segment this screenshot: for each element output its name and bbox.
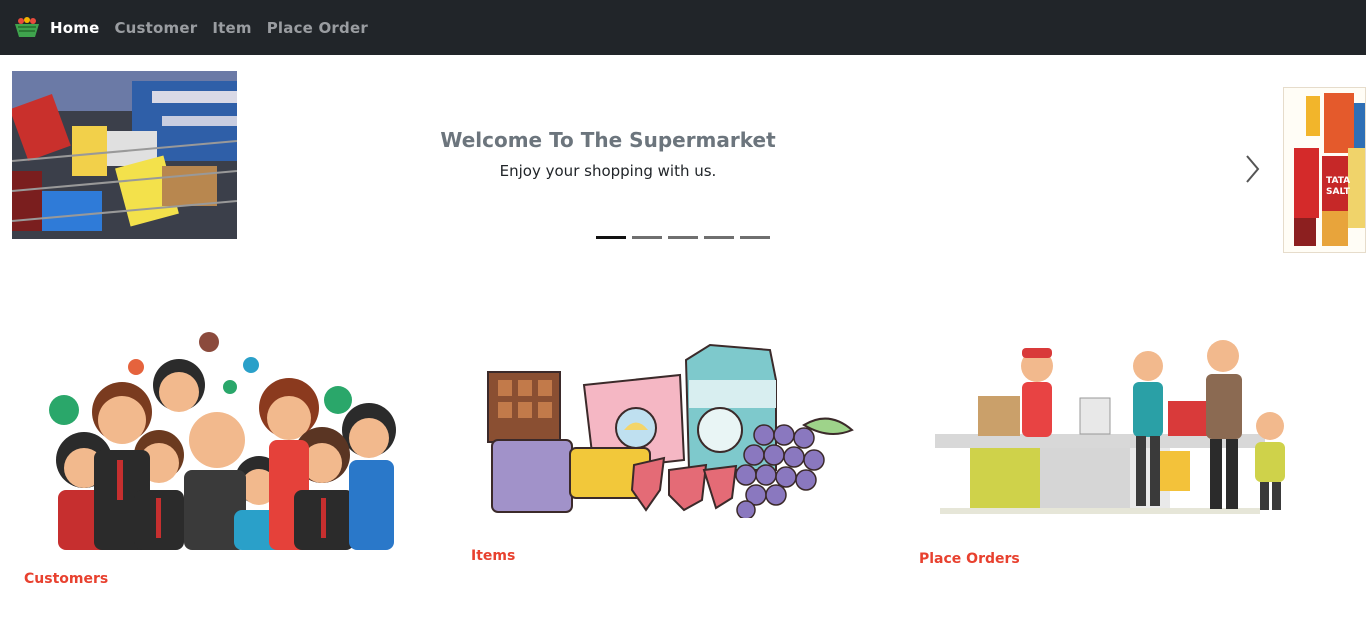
place-orders-card[interactable] [930,336,1300,518]
carousel-indicator-2[interactable] [632,236,662,239]
nav-link-home[interactable]: Home [50,19,99,37]
customers-card-label[interactable]: Customers [24,571,108,587]
hero-carousel: Welcome To The Supermarket Enjoy your sh… [0,55,1366,270]
grocery-products-image: TATA SALT [1283,87,1366,253]
carousel-indicator-3[interactable] [668,236,698,239]
items-card[interactable] [484,340,856,520]
items-illustration [487,343,854,520]
navbar: Home Customer Item Place Order [0,0,1366,55]
customers-illustration [49,332,396,550]
place-orders-card-label[interactable]: Place Orders [919,551,1020,567]
items-card-label[interactable]: Items [471,548,515,564]
chevron-right-icon [1246,155,1260,183]
carousel-indicator-5[interactable] [740,236,770,239]
svg-text:SALT: SALT [1326,187,1351,197]
nav-link-customer[interactable]: Customer [114,19,197,37]
svg-text:TATA: TATA [1326,176,1350,186]
shopping-cart-image [12,71,237,239]
carousel-subtitle: Enjoy your shopping with us. [499,162,717,180]
nav-link-item[interactable]: Item [212,19,251,37]
carousel-next-button[interactable] [1240,151,1264,187]
carousel-indicator-1[interactable] [596,236,626,239]
nav-link-place-order[interactable]: Place Order [267,19,368,37]
carousel-title: Welcome To The Supermarket [440,128,776,152]
carousel-indicator-4[interactable] [704,236,734,239]
checkout-illustration [935,340,1285,514]
basket-logo-icon[interactable] [12,15,42,41]
customers-card[interactable] [44,330,404,550]
carousel-indicators [596,236,770,239]
